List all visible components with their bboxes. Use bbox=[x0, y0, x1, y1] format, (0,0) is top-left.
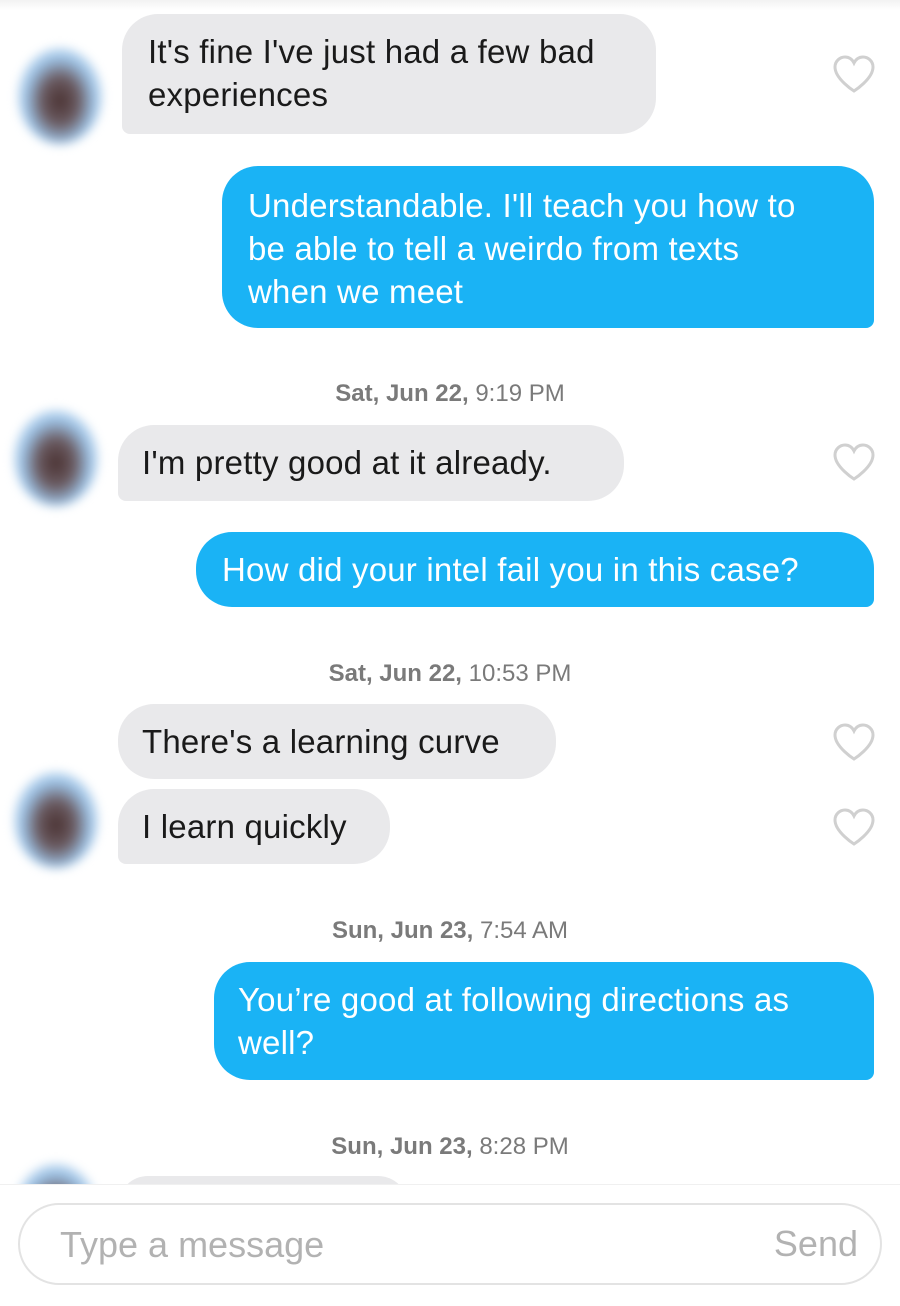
timestamp-date: Sun, Jun 23, bbox=[331, 1133, 473, 1160]
message-bubble-incoming[interactable]: It's fine I've just had a few bad experi… bbox=[122, 14, 656, 134]
message-line: experiences bbox=[148, 76, 329, 113]
message-line: well? bbox=[238, 1024, 315, 1061]
message-bubble-incoming[interactable]: I'm pretty good at it already. bbox=[118, 425, 624, 501]
message-bubble-incoming[interactable]: I learn quickly bbox=[118, 789, 390, 864]
like-heart-icon[interactable] bbox=[832, 54, 876, 94]
timestamp-time: 8:28 PM bbox=[479, 1133, 569, 1160]
timestamp-divider: Sat, Jun 22, 10:53 PM bbox=[0, 660, 900, 688]
composer-box: Send bbox=[18, 1203, 882, 1285]
timestamp-time: 10:53 PM bbox=[468, 660, 572, 687]
message-line: You’re good at following directions as bbox=[238, 981, 790, 1018]
chat-screen: It's fine I've just had a few bad experi… bbox=[0, 0, 900, 1306]
message-bubble-outgoing[interactable]: Understandable. I'll teach you how to be… bbox=[222, 166, 874, 328]
timestamp-date: Sat, Jun 22, bbox=[328, 660, 462, 687]
top-shadow bbox=[0, 0, 900, 10]
timestamp-divider: Sat, Jun 22, 9:19 PM bbox=[0, 380, 900, 408]
message-line: be able to tell a weirdo from texts bbox=[248, 230, 740, 267]
message-line: There's a learning curve bbox=[142, 723, 500, 760]
message-bubble-outgoing[interactable]: You’re good at following directions as w… bbox=[214, 962, 874, 1080]
timestamp-date: Sat, Jun 22, bbox=[335, 380, 469, 407]
message-line: I learn quickly bbox=[142, 808, 347, 845]
message-line: It's fine I've just had a few bad bbox=[148, 33, 595, 70]
send-button[interactable]: Send bbox=[774, 1223, 858, 1265]
avatar[interactable] bbox=[14, 772, 98, 868]
message-input[interactable] bbox=[60, 1221, 700, 1269]
timestamp-date: Sun, Jun 23, bbox=[331, 917, 474, 944]
message-composer: Send bbox=[0, 1184, 900, 1306]
timestamp-divider: Sun, Jun 23, 8:28 PM bbox=[0, 1133, 900, 1161]
like-heart-icon[interactable] bbox=[832, 722, 876, 762]
avatar[interactable] bbox=[14, 410, 98, 506]
avatar[interactable] bbox=[18, 48, 102, 144]
timestamp-time: 7:54 AM bbox=[479, 917, 569, 944]
message-bubble-incoming[interactable]: There's a learning curve bbox=[118, 704, 556, 779]
message-line: How did your intel fail you in this case… bbox=[222, 551, 799, 588]
like-heart-icon[interactable] bbox=[832, 807, 876, 847]
message-bubble-outgoing[interactable]: How did your intel fail you in this case… bbox=[196, 532, 874, 607]
message-line: when we meet bbox=[248, 273, 464, 310]
message-line: Understandable. I'll teach you how to bbox=[248, 187, 796, 224]
message-line: I'm pretty good at it already. bbox=[142, 444, 552, 481]
timestamp-time: 9:19 PM bbox=[475, 380, 565, 407]
like-heart-icon[interactable] bbox=[832, 442, 876, 482]
timestamp-divider: Sun, Jun 23, 7:54 AM bbox=[0, 917, 900, 945]
